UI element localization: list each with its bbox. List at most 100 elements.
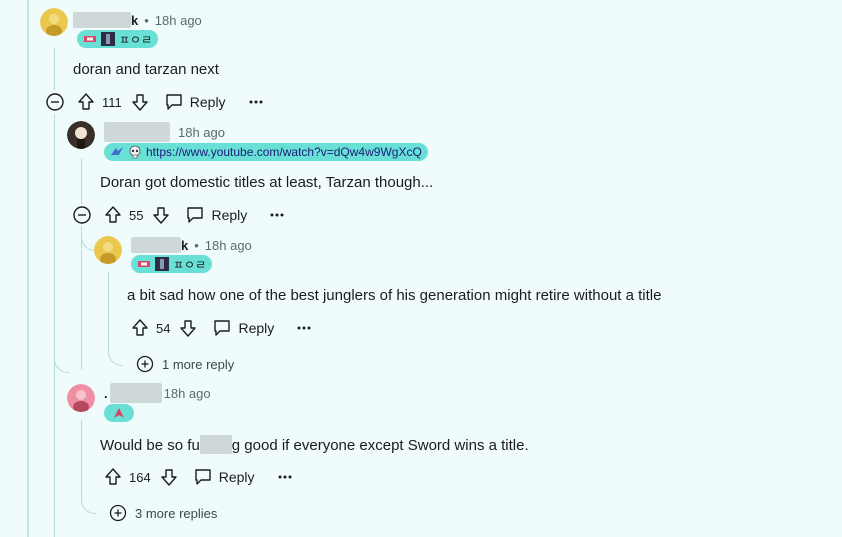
more-replies-label: 3 more replies [135,505,218,521]
collapse-button[interactable] [71,203,93,227]
thread-line-c2 [81,158,82,204]
flair-emblem-icon [138,261,150,267]
avatar-image [67,121,95,149]
timestamp[interactable]: 18h ago [205,238,252,253]
comment-body: doran and tarzan next [73,61,219,78]
reply-button[interactable]: Reply [164,90,226,114]
flair-text: ㅍㅇㄹ [119,32,153,47]
comment-icon [187,207,204,223]
username-suffix: k [131,12,139,28]
flair-player-icon [101,32,115,46]
user-flair: ㅍㅇㄹ [77,30,159,48]
separator-dot: • [194,237,199,253]
branch-curve-c4-more [81,499,96,514]
timestamp[interactable]: 18h ago [178,125,225,140]
username[interactable] [104,122,170,142]
redacted-username [73,12,131,28]
flair-link[interactable]: https://www.youtube.com/watch?v=dQw4w9Wg… [146,145,422,159]
upvote-icon [78,93,94,110]
reply-button[interactable]: Reply [185,203,247,227]
more-options-button[interactable] [269,203,285,227]
skull-icon [129,145,141,159]
reply-label: Reply [189,94,226,110]
username[interactable]: . [104,383,162,403]
reply-button[interactable]: Reply [193,465,255,489]
reply-label: Reply [211,207,248,223]
downvote-icon [161,469,177,486]
comment-body-part: g good if everyone except Sword wins a t… [231,437,529,454]
comment-meta: . 18h ago [104,383,211,403]
comment-meta: k • 18h ago [131,236,252,254]
username-suffix: k [181,237,189,253]
thread-line-c1 [54,48,55,90]
username[interactable]: k [73,12,138,28]
comment-actions: 111 Reply [44,90,264,114]
downvote-icon [132,94,148,111]
more-options-icon [297,326,311,330]
upvote-icon [132,319,148,336]
comment-body: a bit sad how one of the best junglers o… [127,287,662,304]
avatar-image [94,236,122,264]
comment-actions: 164 Reply [103,465,293,489]
timestamp[interactable]: 18h ago [164,386,211,401]
downvote-icon [180,320,197,337]
more-replies-label: 1 more reply [162,356,235,372]
downvote-button[interactable] [178,316,198,340]
timestamp[interactable]: 18h ago [155,13,202,28]
redacted-word [199,435,232,454]
reply-button[interactable]: Reply [212,316,274,340]
avatar[interactable] [67,384,95,412]
reply-label: Reply [218,469,255,485]
team-logo-icon [111,147,123,155]
comment-icon [166,94,182,110]
more-options-button[interactable] [248,90,264,114]
user-flair: https://www.youtube.com/watch?v=dQw4w9Wg… [104,143,428,161]
thread-line-c4 [81,420,82,500]
avatar[interactable] [67,121,95,149]
username-prefix: . [104,385,108,401]
more-replies-button[interactable]: 1 more reply [136,355,234,373]
collapse-icon [73,206,91,224]
collapse-icon [46,93,64,111]
left-border [27,0,29,537]
comment-meta: 18h ago [104,122,225,142]
branch-curve-c3-more [108,351,123,366]
more-options-icon [270,213,284,217]
thread-line-c3 [108,272,109,352]
comment-body-part: Would be so fu [100,437,200,454]
user-flair [104,404,134,422]
downvote-icon [153,207,170,224]
expand-icon [109,504,127,522]
username[interactable]: k [131,237,188,253]
upvote-icon [105,468,121,485]
branch-curve-c4 [54,160,69,373]
more-options-button[interactable] [277,465,293,489]
comment-icon [195,469,211,485]
avatar-image [67,384,95,412]
upvote-icon [105,206,121,223]
avatar[interactable] [40,8,68,36]
upvote-button[interactable] [76,90,96,114]
downvote-button[interactable] [130,90,150,114]
flair-emblem-icon [84,36,96,42]
comment-meta: k • 18h ago [73,11,202,29]
upvote-button[interactable] [130,316,150,340]
avatar-image [40,8,68,36]
thread-line-c2-children [81,226,82,370]
upvote-button[interactable] [103,465,123,489]
more-options-icon [278,475,291,479]
reply-label: Reply [238,320,275,336]
upvote-button[interactable] [103,203,123,227]
downvote-button[interactable] [159,465,179,489]
more-options-icon [249,100,263,104]
expand-icon [136,355,154,373]
vote-score: 55 [129,207,144,223]
collapse-button[interactable] [44,90,66,114]
downvote-button[interactable] [151,203,171,227]
separator-dot: • [144,12,149,28]
flair-emblem-icon [114,408,124,418]
more-replies-button[interactable]: 3 more replies [109,504,217,522]
vote-score: 54 [156,320,171,336]
avatar[interactable] [94,236,122,264]
more-options-button[interactable] [296,316,312,340]
